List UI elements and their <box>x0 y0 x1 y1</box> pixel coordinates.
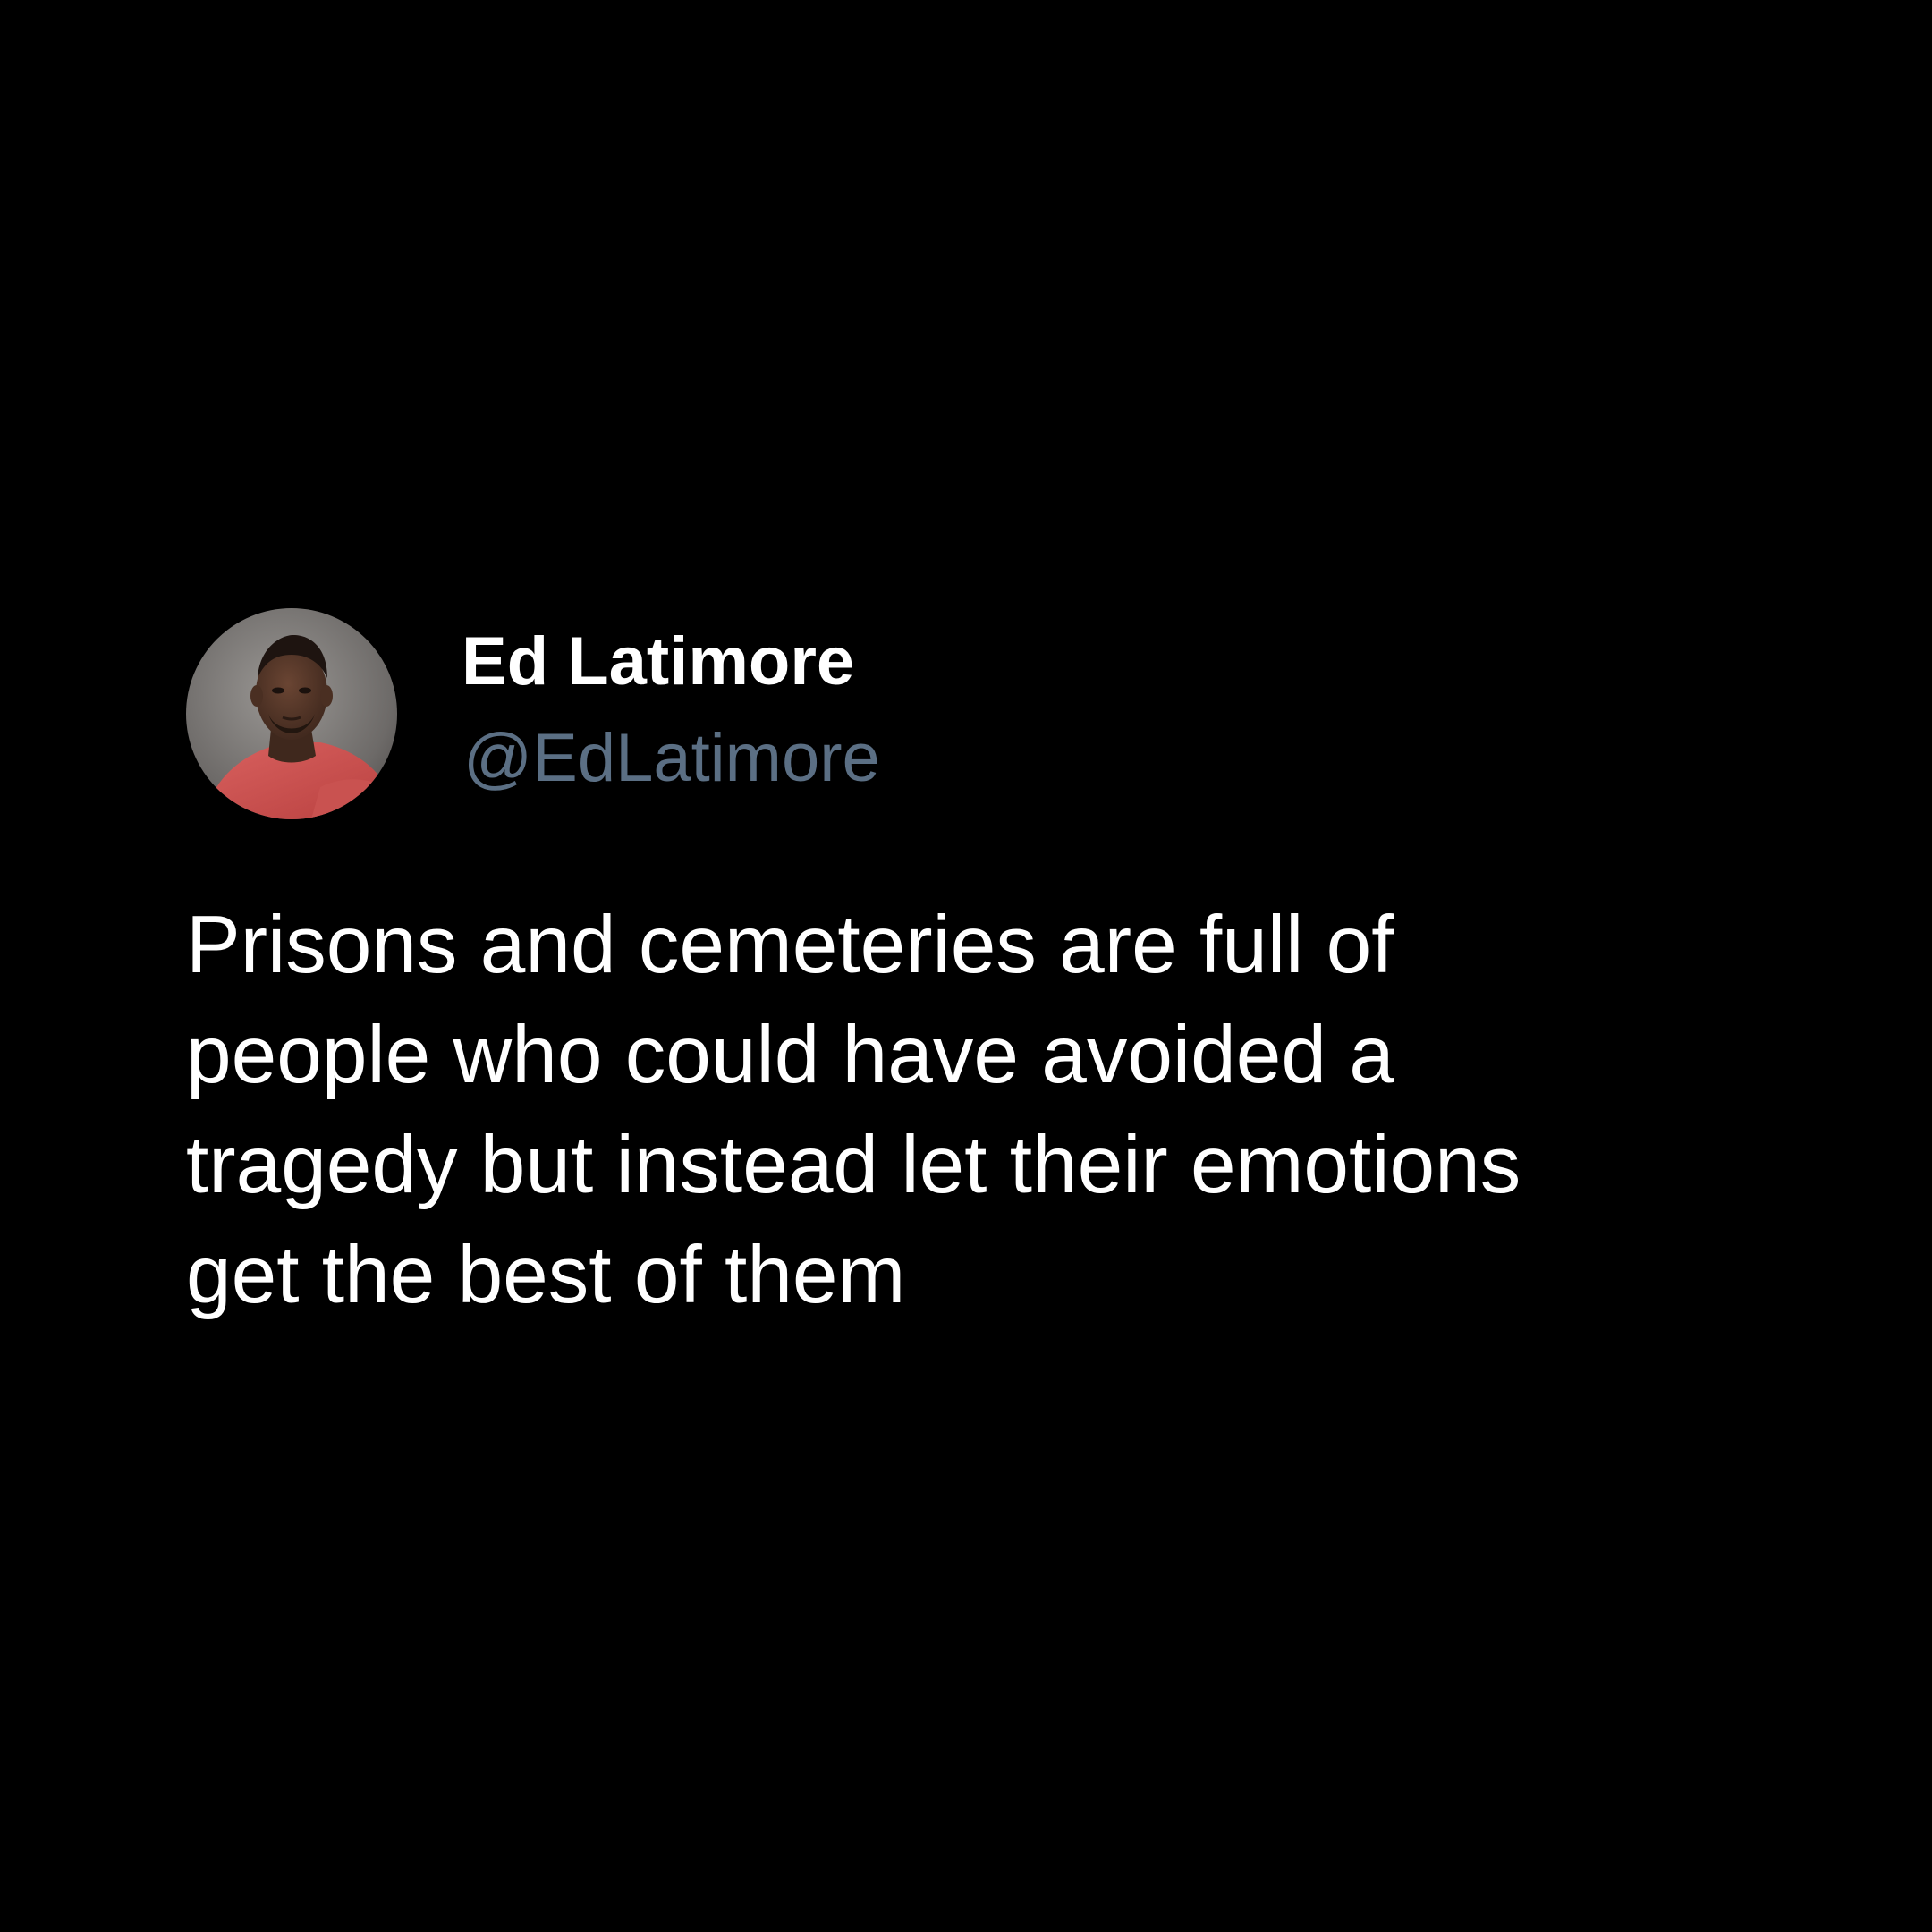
author-handle[interactable]: @EdLatimore <box>463 724 880 792</box>
tweet-header: Ed Latimore @EdLatimore <box>186 608 1796 823</box>
tweet-card: Ed Latimore @EdLatimore Prisons and ceme… <box>186 608 1796 1320</box>
author-name[interactable]: Ed Latimore <box>462 628 854 696</box>
avatar[interactable] <box>186 608 397 819</box>
tweet-text: Prisons and cemeteries are full of peopl… <box>186 900 1521 1320</box>
profile-photo-icon <box>186 608 397 819</box>
